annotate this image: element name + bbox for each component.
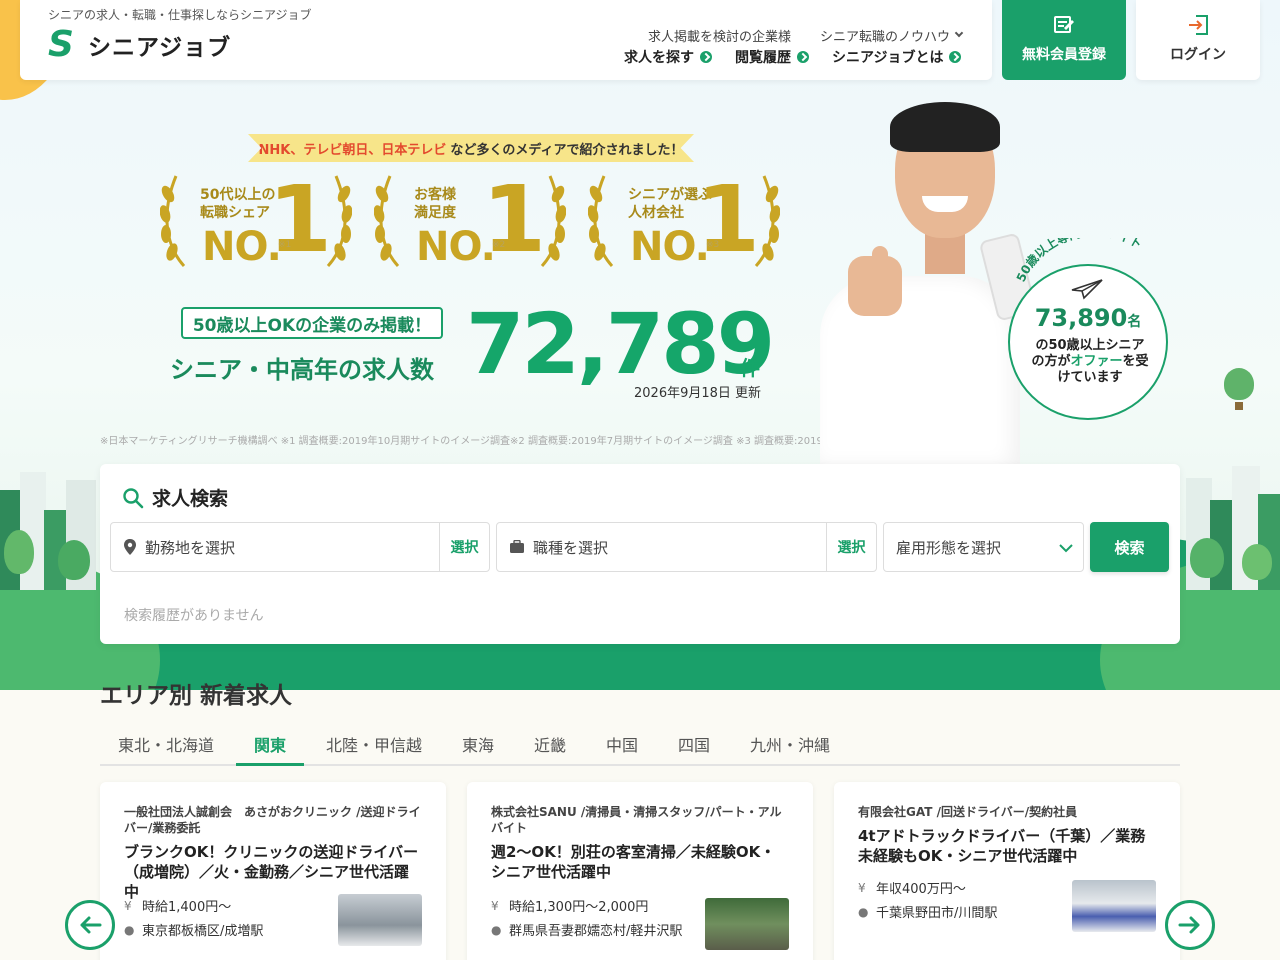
pin-icon: ●: [858, 904, 869, 919]
job-count-date: 2026年9月18日 更新: [634, 386, 762, 401]
offer-text: の50歳以上シニア の方がオファーを受 けています: [1031, 338, 1149, 385]
search-icon: [123, 487, 144, 508]
city-left: [0, 460, 100, 590]
job-title[interactable]: 4tアドトラックドライバー（千葉）／業務未経験もOK・シニア世代活躍中: [858, 826, 1156, 866]
award-agency: シニアが選ぶ 人材会社 NO. 1 ※3: [588, 172, 788, 272]
tab-chugoku[interactable]: 中国: [588, 732, 656, 766]
site-tagline: シニアの求人・転職・仕事探しならシニアジョブ: [48, 8, 312, 22]
pin-icon: [124, 539, 136, 555]
pin-icon: ●: [491, 922, 502, 937]
site-header: シニアの求人・転職・仕事探しならシニアジョブ S シニアジョブ 求人掲載を検討の…: [20, 0, 992, 80]
job-count-value: 72,789: [466, 295, 775, 393]
tab-hokuriku[interactable]: 北陸・甲信越: [308, 732, 440, 766]
search-panel: 求人検索 勤務地を選択 選択 職種を選択 選択 雇用形態を選択 検索 検索履歴が…: [100, 464, 1180, 644]
job-title[interactable]: ブランクOK！クリニックの送迎ドライバー（成増院）／火・金勤務／シニア世代活躍中: [124, 842, 422, 902]
pin-icon: ●: [124, 922, 135, 937]
job-location: 群馬県吾妻郡嬬恋村/軽井沢駅: [509, 924, 683, 939]
city-right: [1180, 460, 1280, 590]
nav-knowhow[interactable]: シニア転職のノウハウ: [820, 26, 964, 45]
hero-person-image: [810, 102, 1020, 466]
job-count-label: シニア・中高年の求人数: [170, 356, 434, 384]
job-location: 千葉県野田市/川間駅: [876, 906, 998, 921]
job-company: 有限会社GAT /回送ドライバー/契約社員: [858, 805, 1078, 819]
tab-kinki[interactable]: 近畿: [516, 732, 584, 766]
yen-icon: ¥: [858, 880, 866, 895]
location-select[interactable]: 勤務地を選択 選択: [110, 522, 490, 572]
laurel-left-icon: [160, 175, 186, 268]
nav-history[interactable]: 閲覧履歴: [735, 47, 809, 67]
register-button[interactable]: 無料会員登録: [1002, 0, 1126, 80]
arrow-circle-icon: [797, 51, 809, 63]
job-card[interactable]: 有限会社GAT /回送ドライバー/契約社員 4tアドトラックドライバー（千葉）／…: [834, 782, 1180, 960]
job-title[interactable]: 週2〜OK！別荘の客室清掃／未経験OK・シニア世代活躍中: [491, 842, 789, 882]
arrow-circle-icon: [949, 51, 962, 63]
area-section-title: エリア別 新着求人: [100, 683, 293, 709]
logo-text: シニアジョブ: [88, 35, 232, 61]
area-tabs: 東北・北海道 関東 北陸・甲信越 東海 近畿 中国 四国 九州・沖縄: [100, 722, 1180, 766]
yen-icon: ¥: [491, 898, 499, 913]
job-company: 一般社団法人誠創会 あさがおクリニック /送迎ドライバー/業務委託: [124, 805, 421, 835]
location-select-button[interactable]: 選択: [439, 523, 489, 571]
job-thumbnail: [338, 894, 422, 946]
laurel-left-icon: [588, 175, 614, 268]
search-history-empty: 検索履歴がありません: [124, 608, 264, 624]
job-salary: 時給1,300円〜2,000円: [509, 900, 649, 915]
tab-kyushu-okinawa[interactable]: 九州・沖縄: [732, 732, 848, 766]
job-salary: 時給1,400円〜: [142, 900, 232, 915]
site-logo[interactable]: S シニアジョブ: [48, 24, 232, 65]
media-ribbon: NHK、テレビ朝日、日本テレビ など多くのメディアで紹介されました！: [248, 134, 694, 162]
job-card[interactable]: 株式会社SANU /清掃員・清掃スタッフ/パート・アルバイト 週2〜OK！別荘の…: [467, 782, 813, 960]
arrow-circle-icon: [700, 51, 712, 63]
chevron-down-icon: [954, 28, 964, 37]
job-card[interactable]: 一般社団法人誠創会 あさがおクリニック /送迎ドライバー/業務委託 ブランクOK…: [100, 782, 446, 960]
job-count-unit: 件: [740, 356, 760, 380]
job-salary: 年収400万円〜: [876, 882, 966, 897]
arrow-right-icon: [1178, 916, 1200, 934]
employment-type-select[interactable]: 雇用形態を選択: [883, 522, 1084, 572]
job-type-select-button[interactable]: 選択: [826, 523, 876, 571]
register-icon: [1054, 16, 1074, 33]
nav-for-companies[interactable]: 求人掲載を検討の企業様: [648, 26, 791, 45]
job-type-select[interactable]: 職種を選択 選択: [496, 522, 877, 572]
job-location: 東京都板橋区/成増駅: [142, 924, 264, 939]
login-button[interactable]: ログイン: [1136, 0, 1260, 80]
briefcase-icon: [510, 540, 524, 553]
chevron-down-icon: [1059, 544, 1073, 553]
search-title: 求人検索: [152, 488, 229, 510]
logo-mark-icon: S: [48, 24, 74, 65]
only-50plus-badge: 50歳以上OKの企業のみ掲載！: [181, 307, 443, 339]
tab-kanto[interactable]: 関東: [236, 732, 305, 766]
tab-shikoku[interactable]: 四国: [660, 732, 728, 766]
laurel-left-icon: [374, 175, 400, 268]
balloon-decoration: [1224, 368, 1254, 400]
tab-tohoku-hokkaido[interactable]: 東北・北海道: [100, 732, 232, 766]
job-company: 株式会社SANU /清掃員・清掃スタッフ/パート・アルバイト: [491, 805, 782, 835]
award-share: 50代以上の 転職シェア NO. 1 ※1: [160, 172, 360, 272]
nav-search-jobs[interactable]: 求人を探す: [624, 47, 712, 67]
award-satisfaction: お客様 満足度 NO. 1 ※2: [374, 172, 574, 272]
carousel-prev-button[interactable]: [65, 900, 115, 950]
nav-about[interactable]: シニアジョブとは: [832, 47, 962, 67]
tab-tokai[interactable]: 東海: [444, 732, 512, 766]
job-thumbnail: [705, 898, 789, 950]
search-button[interactable]: 検索: [1090, 522, 1169, 572]
arrow-left-icon: [80, 916, 102, 934]
yen-icon: ¥: [124, 898, 132, 913]
carousel-next-button[interactable]: [1165, 900, 1215, 950]
login-icon: [1189, 15, 1208, 35]
job-thumbnail: [1072, 880, 1156, 932]
offer-count: 73,890: [1034, 304, 1128, 332]
paper-plane-icon: [1071, 279, 1103, 300]
